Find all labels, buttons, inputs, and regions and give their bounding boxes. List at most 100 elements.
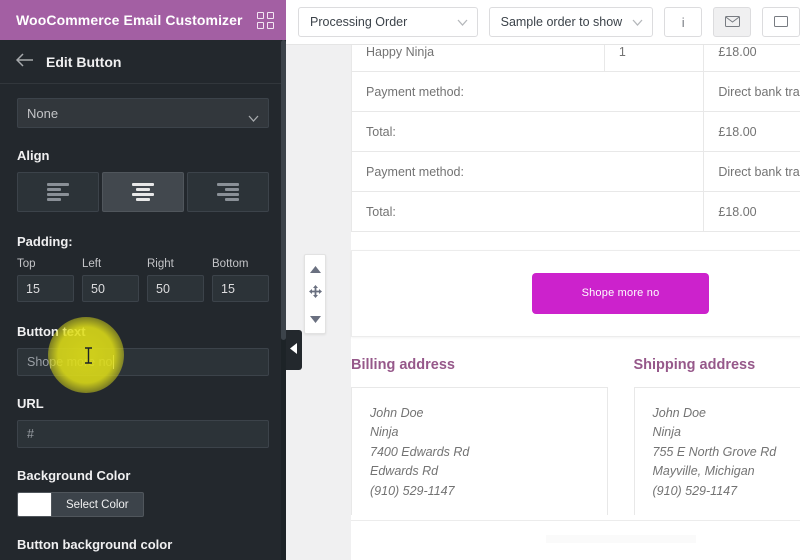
preview-pane: Processing Order Sample order to show i	[286, 0, 800, 560]
email-type-value: Processing Order	[310, 15, 408, 29]
align-button-group	[17, 172, 269, 212]
select-color-button[interactable]: Select Color	[51, 492, 144, 517]
move-icon[interactable]	[308, 285, 322, 303]
table-row: Payment method: Direct bank transfer	[350, 71, 800, 112]
order-cell-value: Direct bank transfer	[703, 71, 800, 112]
email-sheet: Happy Ninja 1 £18.00 Payment method: Dir…	[304, 45, 800, 560]
padding-left-cell: Left 50	[82, 258, 139, 302]
button-text-label: Button text	[17, 324, 86, 339]
url-input[interactable]: #	[17, 420, 269, 448]
align-center-button[interactable]	[102, 172, 184, 212]
cta-button[interactable]: Shope more no	[531, 273, 710, 314]
order-cell-label: Total:	[350, 191, 705, 232]
billing-address-column: Billing address John Doe Ninja 7400 Edwa…	[351, 357, 608, 515]
footer-ghost-line	[545, 535, 696, 543]
padding-bottom-label: Bottom	[212, 258, 249, 270]
order-cell-price: £18.00	[703, 45, 800, 72]
panel-title: Edit Button	[46, 53, 122, 70]
padding-right-input[interactable]: 50	[147, 275, 204, 302]
table-row: Payment method: Direct bank transfer	[350, 151, 800, 192]
text-caret	[113, 355, 115, 369]
addresses-section: Billing address John Doe Ninja 7400 Edwa…	[351, 337, 800, 515]
sample-order-select[interactable]: Sample order to show	[488, 7, 654, 37]
padding-left-input[interactable]: 50	[82, 275, 139, 302]
grid-cell	[267, 21, 274, 29]
align-center-icon	[132, 183, 154, 201]
billing-address-box: John Doe Ninja 7400 Edwards Rd Edwards R…	[351, 387, 608, 515]
padding-bottom-cell: Bottom 15	[212, 258, 269, 302]
cta-button-block[interactable]: Shope more no	[304, 250, 800, 337]
button-background-color-label: Button background color	[17, 537, 173, 552]
order-details-table: Happy Ninja 1 £18.00 Payment method: Dir…	[350, 45, 800, 232]
chevron-down-icon	[632, 15, 643, 29]
email-footer-placeholder	[351, 520, 800, 560]
arrow-up-icon[interactable]	[309, 260, 321, 278]
element-drag-widget[interactable]	[304, 254, 326, 334]
padding-label: Padding:	[17, 234, 73, 249]
desktop-icon	[774, 15, 789, 30]
arrow-down-icon[interactable]	[309, 310, 321, 328]
align-right-button[interactable]	[187, 172, 269, 212]
customizer-sidebar: WooCommerce Email Customizer Edit Button…	[0, 0, 286, 560]
grid-icon[interactable]	[257, 11, 274, 29]
sample-order-value: Sample order to show	[500, 15, 623, 29]
table-row: Happy Ninja 1 £18.00	[351, 45, 800, 72]
padding-bottom-input[interactable]: 15	[212, 275, 269, 302]
element-select[interactable]: None	[17, 98, 269, 128]
collapse-left-icon	[290, 341, 298, 359]
table-row: Total: £18.00	[350, 191, 800, 232]
padding-right-cell: Right 50	[147, 258, 204, 302]
shipping-address-box: John Doe Ninja 755 E North Grove Rd Mayv…	[633, 387, 800, 515]
padding-right-label: Right	[147, 258, 174, 270]
email-canvas: Happy Ninja 1 £18.00 Payment method: Dir…	[286, 45, 800, 560]
info-icon: i	[681, 14, 685, 30]
order-cell-value: £18.00	[703, 111, 800, 152]
envelope-icon	[724, 15, 740, 30]
sidebar-body: None Align Padding: Top 15 Left 50 Right…	[0, 84, 286, 552]
padding-top-label: Top	[17, 258, 36, 270]
order-cell-label: Payment method:	[350, 151, 705, 192]
padding-left-label: Left	[82, 258, 102, 270]
order-cell-value: Direct bank transfer	[703, 151, 800, 192]
grid-cell	[257, 11, 264, 19]
billing-address-heading: Billing address	[351, 357, 455, 373]
send-test-email-button[interactable]	[713, 7, 752, 37]
element-select-value: None	[27, 105, 59, 121]
chevron-down-icon	[457, 15, 468, 29]
url-label: URL	[17, 396, 44, 411]
button-text-input[interactable]: Shope more no	[17, 348, 269, 376]
padding-top-input[interactable]: 15	[17, 275, 74, 302]
preview-toolbar: Processing Order Sample order to show i	[286, 0, 800, 45]
order-cell-label: Total:	[350, 111, 705, 152]
order-cell-value: £18.00	[703, 191, 800, 232]
sidebar-header: WooCommerce Email Customizer	[0, 0, 286, 40]
order-cell-qty: 1	[603, 45, 705, 72]
shipping-address-lines: John Doe Ninja 755 E North Grove Rd Mayv…	[652, 406, 777, 498]
billing-address-lines: John Doe Ninja 7400 Edwards Rd Edwards R…	[370, 406, 470, 498]
table-row: Total: £18.00	[350, 111, 800, 152]
align-left-icon	[47, 183, 69, 201]
desktop-view-button[interactable]	[762, 7, 800, 37]
customizer-app: WooCommerce Email Customizer Edit Button…	[0, 0, 800, 560]
info-button[interactable]: i	[664, 7, 703, 37]
padding-fields: Top 15 Left 50 Right 50 Bottom 15	[17, 258, 269, 302]
email-content: Happy Ninja 1 £18.00 Payment method: Dir…	[304, 45, 800, 560]
collapse-sidebar-button[interactable]	[286, 330, 302, 370]
color-swatch[interactable]	[17, 492, 51, 517]
app-title: WooCommerce Email Customizer	[16, 12, 243, 28]
chevron-down-icon	[248, 110, 259, 122]
order-cell-item: Happy Ninja	[351, 45, 605, 72]
background-color-picker[interactable]: Select Color	[17, 492, 269, 517]
email-type-select[interactable]: Processing Order	[298, 7, 478, 37]
grid-cell	[267, 11, 274, 19]
order-cell-label: Payment method:	[350, 71, 705, 112]
grid-cell	[257, 21, 264, 29]
align-label: Align	[17, 148, 50, 163]
button-text-value: Shope more no	[27, 355, 113, 369]
shipping-address-heading: Shipping address	[633, 357, 756, 373]
back-arrow-icon[interactable]	[16, 52, 34, 71]
panel-header: Edit Button	[0, 40, 286, 84]
background-color-label: Background Color	[17, 468, 131, 483]
align-left-button[interactable]	[17, 172, 99, 212]
align-right-icon	[217, 183, 239, 201]
